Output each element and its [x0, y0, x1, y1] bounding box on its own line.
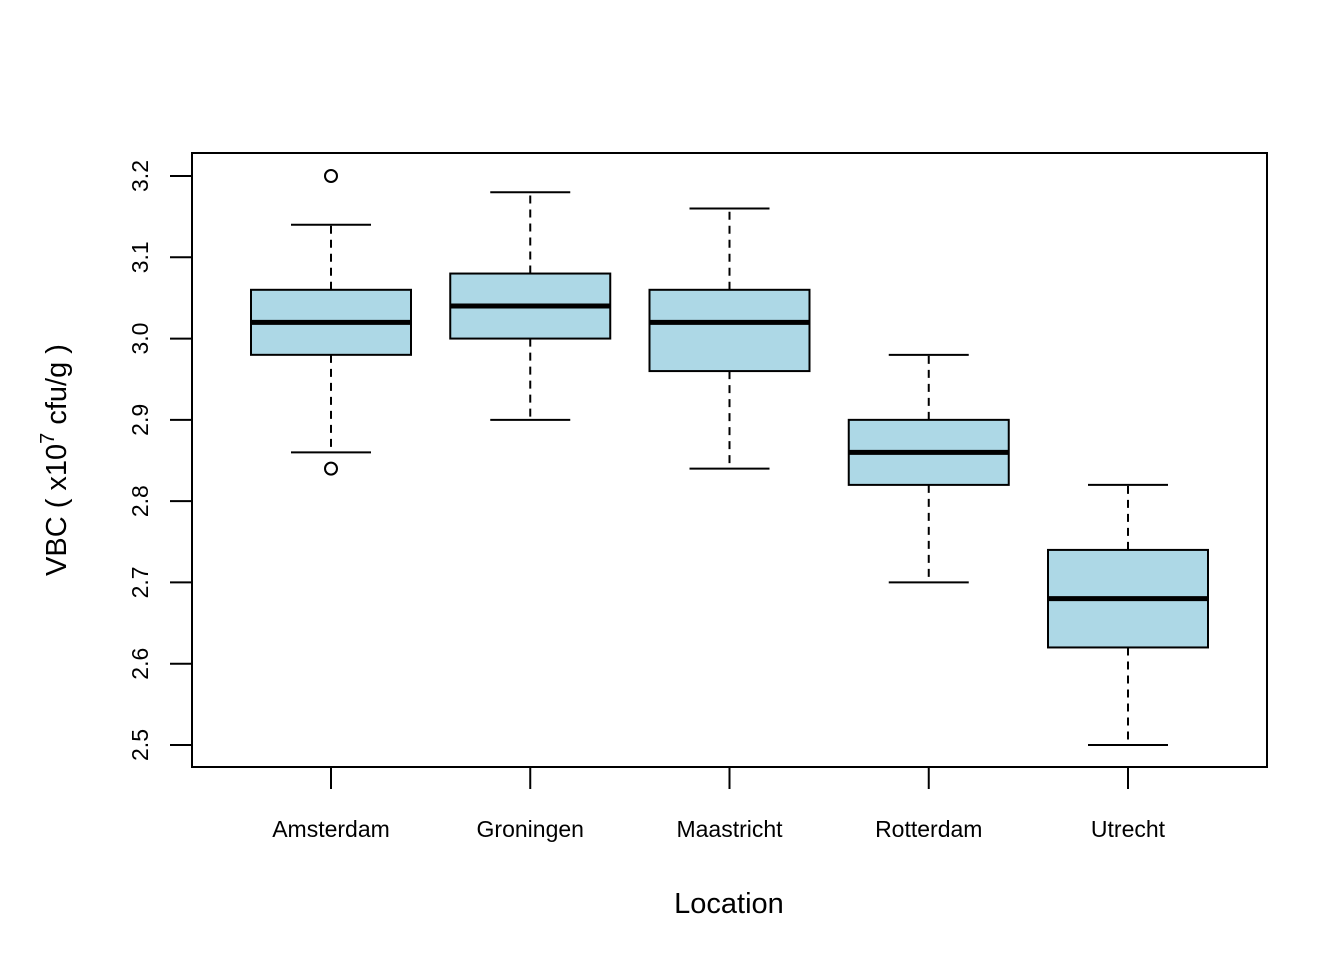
x-tick-label: Utrecht: [1091, 816, 1166, 842]
y-axis-label-superscript: 7: [37, 433, 59, 444]
x-tick-label: Groningen: [477, 816, 584, 842]
y-tick-label: 3.1: [127, 241, 153, 273]
boxes-group: [250, 169, 1209, 746]
box-groningen: [449, 191, 612, 421]
x-tick-label: Rotterdam: [875, 816, 982, 842]
outlier-point: [324, 169, 338, 183]
y-tick-label: 2.7: [127, 566, 153, 598]
iqr-box: [648, 288, 811, 373]
y-tick-label: 3.2: [127, 160, 153, 192]
y-axis: 2.5 2.6 2.7 2.8 2.9 3.0 3.1 3.2: [127, 160, 192, 761]
y-axis-label-suffix: cfu/g ): [41, 344, 73, 433]
box-utrecht: [1047, 483, 1209, 746]
y-tick-label: 3.0: [127, 323, 153, 355]
boxplot-chart: 2.5 2.6 2.7 2.8 2.9 3.0 3.1 3.2 Amsterdam Gronin…: [37, 152, 1268, 920]
x-axis-label: Location: [674, 888, 784, 920]
x-axis: Amsterdam Groningen Maastricht Rotterdam Utr…: [272, 767, 1166, 842]
x-tick-label: Maastricht: [676, 816, 783, 842]
x-tick-label: Amsterdam: [272, 816, 390, 842]
box-maastricht: [648, 207, 811, 470]
y-axis-label-prefix: VBC ( x10: [41, 444, 73, 576]
y-tick-label: 2.5: [127, 729, 153, 761]
outlier-point: [324, 461, 338, 476]
y-axis-label: VBC ( x107 cfu/g ): [37, 344, 73, 576]
y-tick-label: 2.9: [127, 404, 153, 436]
y-tick-label: 2.6: [127, 648, 153, 680]
box-rotterdam: [847, 353, 1010, 584]
y-tick-label: 2.8: [127, 485, 153, 517]
box-amsterdam: [250, 169, 412, 476]
